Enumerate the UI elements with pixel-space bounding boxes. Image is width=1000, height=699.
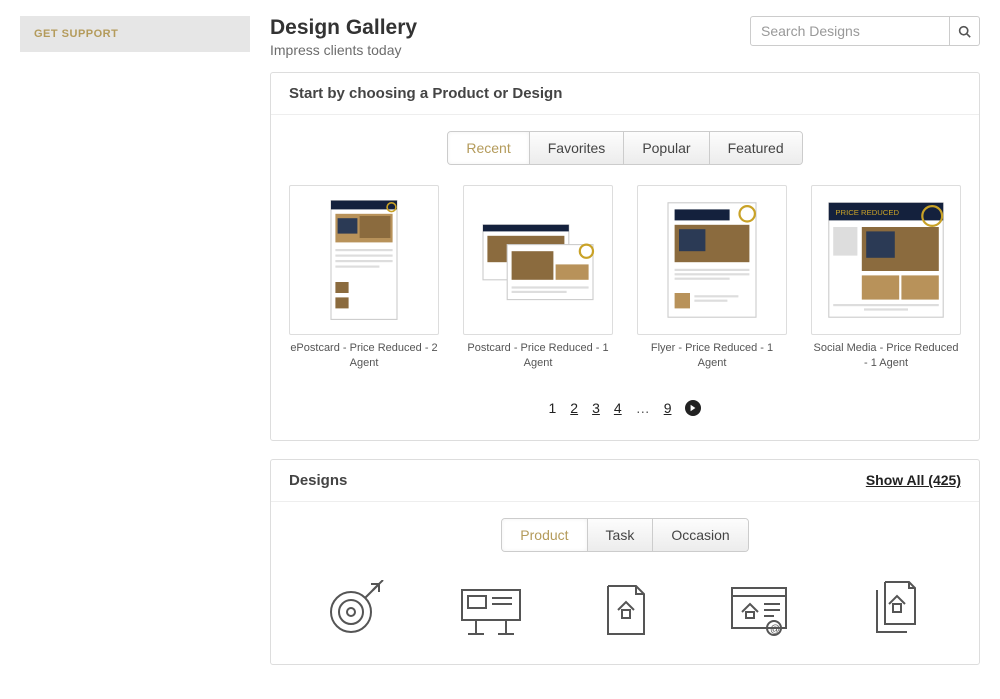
page-subtitle: Impress clients today bbox=[270, 42, 417, 58]
design-thumb: PRICE REDUCED bbox=[811, 185, 961, 372]
design-thumb-box[interactable] bbox=[637, 185, 787, 335]
page-title-block: Design Gallery Impress clients today bbox=[270, 16, 417, 58]
tab-featured[interactable]: Featured bbox=[710, 132, 802, 164]
search-input[interactable] bbox=[750, 16, 950, 46]
design-thumb: Flyer - Price Reduced - 1 Agent bbox=[637, 185, 787, 372]
tab-product[interactable]: Product bbox=[502, 519, 587, 551]
page-2[interactable]: 2 bbox=[570, 400, 578, 416]
tab-task[interactable]: Task bbox=[588, 519, 654, 551]
tab-occasion[interactable]: Occasion bbox=[653, 519, 747, 551]
design-thumb-box[interactable] bbox=[289, 185, 439, 335]
design-thumb: ePostcard - Price Reduced - 2 Agent bbox=[289, 185, 439, 372]
design-thumb-box[interactable]: PRICE REDUCED bbox=[811, 185, 961, 335]
target-icon bbox=[321, 580, 391, 640]
sidebar: GET SUPPORT bbox=[20, 16, 250, 683]
designs-panel: Designs Show All (425) Product Task Occa… bbox=[270, 459, 980, 665]
svg-text:@: @ bbox=[770, 624, 780, 635]
get-support-button[interactable]: GET SUPPORT bbox=[20, 16, 250, 52]
design-thumb-label: ePostcard - Price Reduced - 2 Agent bbox=[289, 341, 439, 372]
page-next-button[interactable] bbox=[685, 400, 701, 416]
caret-right-icon bbox=[689, 404, 697, 412]
tab-popular[interactable]: Popular bbox=[624, 132, 709, 164]
tab-recent[interactable]: Recent bbox=[448, 132, 529, 164]
document-icon bbox=[590, 580, 660, 640]
designs-tabs: Product Task Occasion bbox=[501, 518, 748, 552]
category-document[interactable] bbox=[580, 580, 670, 640]
email-document-icon: @ bbox=[724, 580, 794, 640]
category-email-doc[interactable]: @ bbox=[714, 580, 804, 640]
category-target[interactable] bbox=[311, 580, 401, 640]
choose-panel-title: Start by choosing a Product or Design bbox=[271, 73, 979, 115]
design-thumb-label: Social Media - Price Reduced - 1 Agent bbox=[811, 341, 961, 372]
designs-panel-title: Designs bbox=[289, 472, 347, 489]
search-button[interactable] bbox=[950, 16, 980, 46]
page-3[interactable]: 3 bbox=[592, 400, 600, 416]
category-documents[interactable] bbox=[849, 580, 939, 640]
page-ellipsis: … bbox=[636, 400, 650, 416]
page-1: 1 bbox=[549, 400, 557, 416]
page-9[interactable]: 9 bbox=[664, 400, 672, 416]
thumbnail-row: ePostcard - Price Reduced - 2 Agent bbox=[289, 185, 961, 372]
documents-icon bbox=[859, 580, 929, 640]
pagination: 1 2 3 4 … 9 bbox=[289, 400, 961, 416]
design-thumb: Postcard - Price Reduced - 1 Agent bbox=[463, 185, 613, 372]
page-4[interactable]: 4 bbox=[614, 400, 622, 416]
design-thumb-box[interactable] bbox=[463, 185, 613, 335]
design-thumb-label: Flyer - Price Reduced - 1 Agent bbox=[637, 341, 787, 372]
page-title: Design Gallery bbox=[270, 16, 417, 40]
design-thumb-label: Postcard - Price Reduced - 1 Agent bbox=[463, 341, 613, 372]
svg-text:PRICE REDUCED: PRICE REDUCED bbox=[835, 208, 899, 217]
category-row: @ bbox=[289, 580, 961, 640]
choose-tabs: Recent Favorites Popular Featured bbox=[447, 131, 802, 165]
show-all-link[interactable]: Show All (425) bbox=[866, 472, 961, 488]
main: Design Gallery Impress clients today Sta… bbox=[270, 16, 980, 683]
category-billboard[interactable] bbox=[446, 580, 536, 640]
search-icon bbox=[958, 25, 971, 38]
tab-favorites[interactable]: Favorites bbox=[530, 132, 625, 164]
choose-panel: Start by choosing a Product or Design Re… bbox=[270, 72, 980, 441]
search bbox=[750, 16, 980, 46]
billboard-icon bbox=[456, 580, 526, 640]
